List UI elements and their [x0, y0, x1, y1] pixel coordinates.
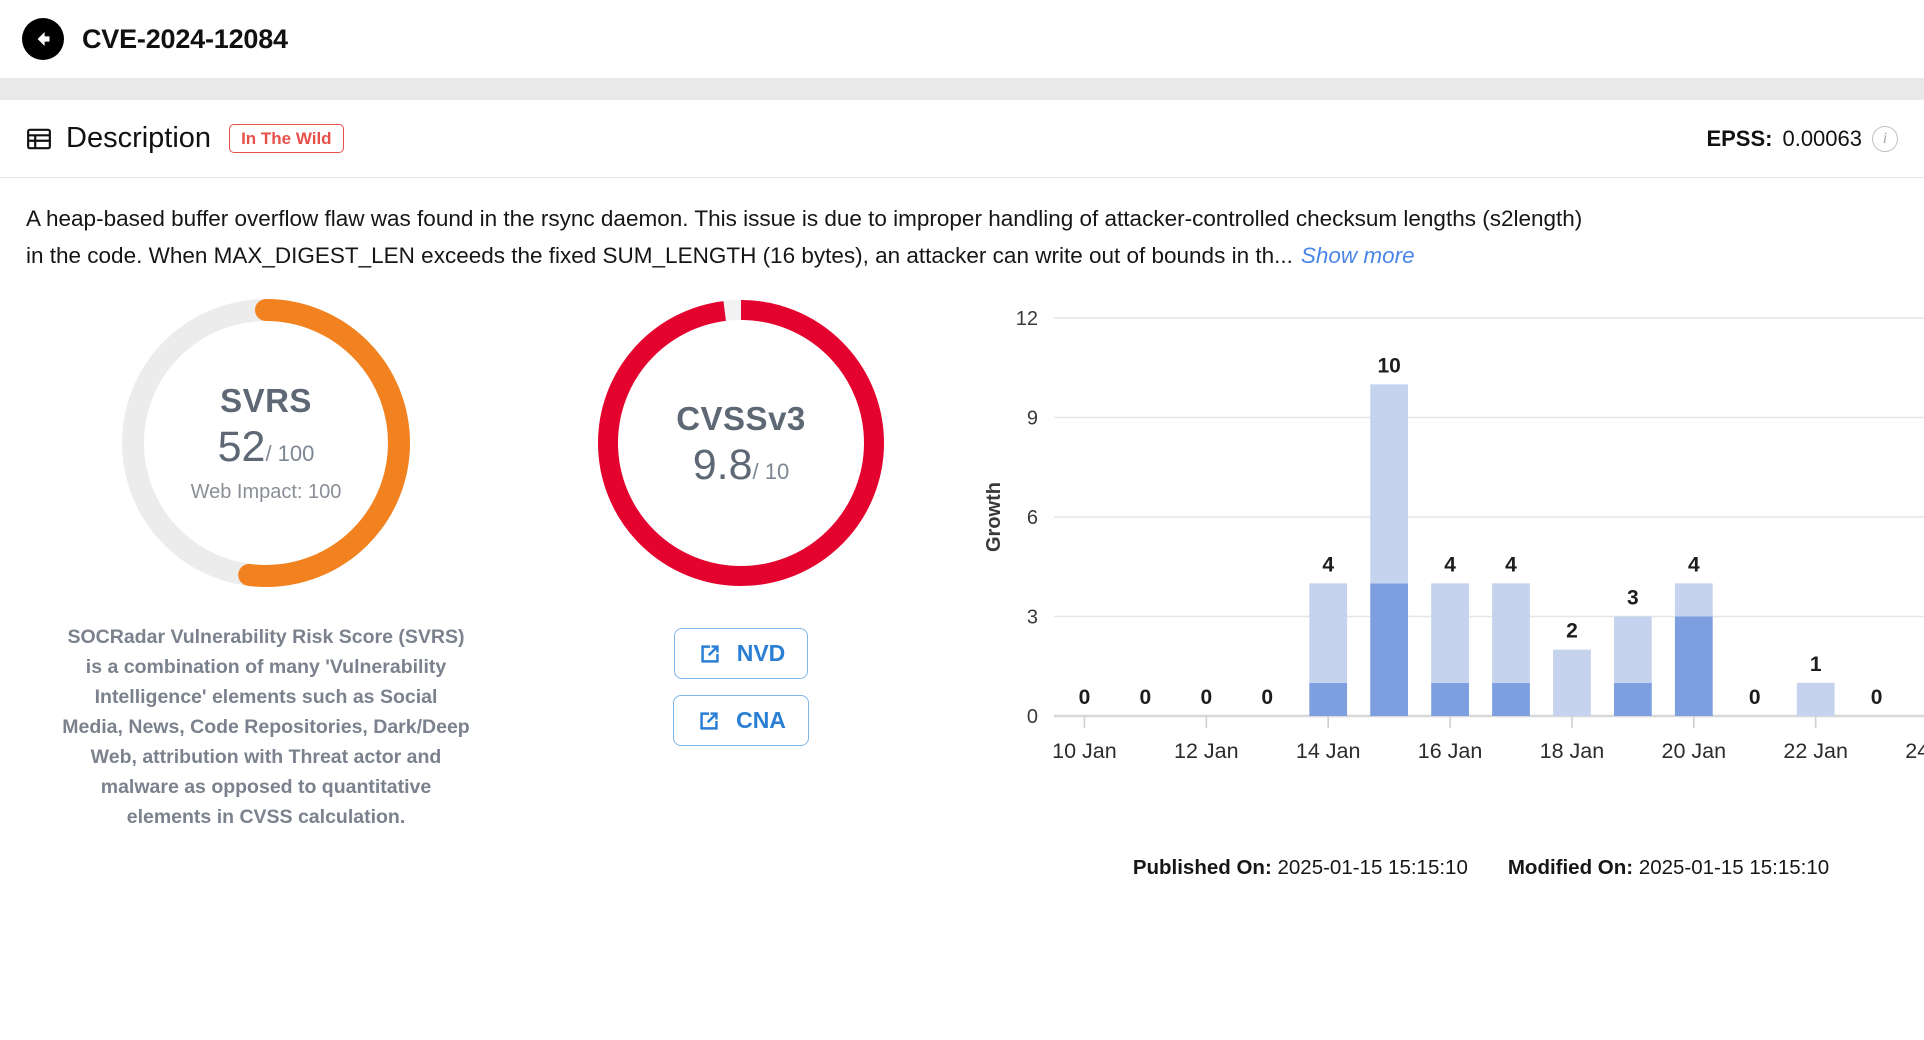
x-tick-label: 12 Jan [1174, 739, 1239, 763]
bar-value-label: 4 [1688, 553, 1700, 576]
cvss-donut: CVSSv3 9.8/ 10 [586, 288, 896, 598]
cvss-link-buttons: NVD CNA [506, 628, 976, 746]
description-label: Description [66, 122, 212, 154]
bar-segment[interactable] [1674, 616, 1713, 717]
bar-segment[interactable] [1613, 682, 1652, 716]
epss-value: 0.00063 [1782, 125, 1862, 151]
x-tick-label: 20 Jan [1662, 739, 1727, 763]
svrs-donut: SVRS 52/ 100 Web Impact: 100 [111, 288, 421, 598]
bar-value-label: 2 [1566, 620, 1578, 643]
modified-on: Modified On: 2025-01-15 15:15:10 [1508, 856, 1829, 880]
show-more-link[interactable]: Show more [1301, 243, 1415, 268]
page-title: CVE-2024-12084 [82, 23, 288, 54]
bar-segment[interactable] [1370, 384, 1409, 584]
cvss-title: CVSSv3 [676, 399, 806, 437]
y-tick-label: 12 [1016, 308, 1038, 330]
bar-segment[interactable] [1309, 583, 1348, 683]
bar-segment[interactable] [1370, 583, 1409, 716]
bar-segment[interactable] [1796, 682, 1835, 716]
nvd-button[interactable]: NVD [673, 628, 809, 679]
y-axis-title: Growth [986, 482, 1005, 552]
epss-group: EPSS: 0.00063 i [1706, 125, 1898, 152]
x-tick-label: 14 Jan [1296, 739, 1361, 763]
description-header: Description In The Wild EPSS: 0.00063 i [0, 100, 1924, 178]
bar-segment[interactable] [1309, 682, 1348, 716]
bar-value-label: 4 [1322, 553, 1334, 576]
modified-on-value: 2025-01-15 15:15:10 [1638, 856, 1830, 879]
y-tick-label: 6 [1027, 507, 1038, 529]
header-divider-strip [0, 78, 1924, 100]
nvd-button-label: NVD [736, 640, 786, 666]
svrs-score: 52 [217, 423, 266, 471]
bar-segment[interactable] [1431, 583, 1469, 683]
svrs-panel: SVRS 52/ 100 Web Impact: 100 SOCRadar Vu… [26, 288, 506, 880]
bar-value-label: 3 [1627, 587, 1639, 610]
cna-button-label: CNA [736, 707, 786, 733]
epss-label: EPSS: [1706, 125, 1773, 151]
external-link-icon [697, 641, 723, 667]
cna-button[interactable]: CNA [673, 695, 809, 746]
published-on-value: 2025-01-15 15:15:10 [1277, 856, 1468, 879]
bar-value-label: 4 [1444, 553, 1456, 576]
bar-value-label: 1 [1810, 653, 1822, 676]
bar-value-label: 0 [1140, 686, 1152, 709]
back-button[interactable] [22, 18, 64, 60]
chart-footer-dates: Published On: 2025-01-15 15:15:10 Modifi… [976, 856, 1924, 880]
modified-on-label: Modified On: [1507, 856, 1634, 879]
x-tick-label: 22 Jan [1783, 739, 1848, 763]
x-tick-label: 16 Jan [1418, 739, 1483, 763]
bar-segment[interactable] [1492, 583, 1530, 683]
y-tick-label: 3 [1027, 607, 1038, 629]
bar-segment[interactable] [1674, 583, 1713, 617]
bar-value-label: 4 [1505, 553, 1517, 576]
svrs-web-impact: Web Impact: 100 [190, 481, 342, 503]
status-badge: In The Wild [229, 124, 344, 153]
bar-segment[interactable] [1492, 682, 1530, 716]
external-link-icon [696, 708, 722, 734]
x-tick-label: 18 Jan [1540, 739, 1605, 763]
svrs-denominator: / 100 [265, 441, 315, 466]
main-content: SVRS 52/ 100 Web Impact: 100 SOCRadar Vu… [0, 288, 1924, 880]
back-arrow-icon [30, 26, 56, 52]
svrs-description: SOCRadar Vulnerability Risk Score (SVRS)… [62, 626, 470, 828]
bar-segment[interactable] [1431, 682, 1469, 716]
growth-chart[interactable]: 036912Growth000041044234010010 Jan12 Jan… [986, 288, 1924, 848]
bar-value-label: 0 [1261, 686, 1273, 709]
bar-value-label: 0 [1079, 686, 1091, 709]
info-icon[interactable]: i [1872, 125, 1898, 152]
cvss-denominator: / 10 [752, 458, 790, 484]
svrs-title: SVRS [220, 382, 312, 419]
bar-segment[interactable] [1553, 649, 1591, 716]
bar-value-label: 0 [1749, 686, 1761, 709]
x-tick-label: 24 Jan [1905, 739, 1924, 763]
bar-value-label: 0 [1871, 686, 1883, 709]
cvss-panel: CVSSv3 9.8/ 10 NVD CNA [506, 288, 976, 880]
x-tick-label: 10 Jan [1052, 739, 1117, 763]
table-grid-icon [26, 126, 52, 152]
bar-value-label: 10 [1377, 354, 1400, 377]
published-on-label: Published On: [1132, 856, 1272, 879]
growth-chart-panel: 036912Growth000041044234010010 Jan12 Jan… [976, 288, 1924, 880]
bar-segment[interactable] [1613, 616, 1652, 683]
cvss-score: 9.8 [692, 440, 753, 489]
y-tick-label: 0 [1027, 706, 1038, 728]
y-tick-label: 9 [1027, 408, 1038, 430]
description-body: A heap-based buffer overflow flaw was fo… [0, 178, 1620, 274]
bar-value-label: 0 [1200, 686, 1212, 709]
page-header: CVE-2024-12084 [0, 0, 1924, 78]
published-on: Published On: 2025-01-15 15:15:10 [1133, 856, 1468, 880]
